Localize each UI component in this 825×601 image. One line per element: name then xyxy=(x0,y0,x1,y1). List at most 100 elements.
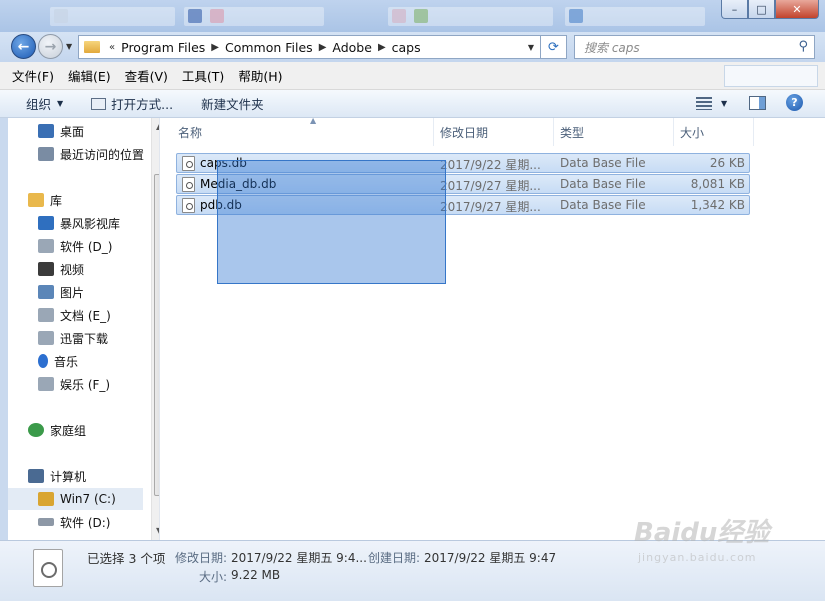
column-header-label: 名称 xyxy=(178,125,203,140)
arrow-right-icon: → xyxy=(44,38,57,55)
music-icon xyxy=(38,354,48,368)
nav-item-label: Win7 (C:) xyxy=(60,492,116,506)
column-header-size[interactable]: 大小 xyxy=(674,118,754,146)
menu-edit[interactable]: 编辑(E) xyxy=(68,66,111,85)
drive-icon xyxy=(38,239,54,253)
nav-item-label: 视频 xyxy=(60,262,85,277)
refresh-button[interactable]: ⟳ xyxy=(541,35,567,59)
nav-item-label: 暴风影视库 xyxy=(60,216,121,231)
menu-file[interactable]: 文件(F) xyxy=(12,66,54,85)
nav-item-label: 计算机 xyxy=(50,469,87,484)
column-header-label: 大小 xyxy=(680,125,705,140)
nav-item-label: 软件 (D_) xyxy=(60,239,113,254)
breadcrumb-adobe[interactable]: Adobe xyxy=(332,40,372,55)
preview-pane-icon[interactable] xyxy=(749,96,766,110)
open-with-button[interactable]: 打开方式... xyxy=(91,94,173,113)
search-placeholder: 搜索 caps xyxy=(584,40,640,55)
menu-help[interactable]: 帮助(H) xyxy=(238,66,282,85)
menu-tools[interactable]: 工具(T) xyxy=(182,66,224,85)
nav-item-label: 迅雷下载 xyxy=(60,331,109,346)
file-size: 26 KB xyxy=(709,156,745,170)
nav-item-video-library[interactable]: 暴风影视库 xyxy=(38,212,159,234)
breadcrumb-overflow[interactable]: « xyxy=(109,42,115,53)
search-input[interactable]: 搜索 caps ⚲ xyxy=(574,35,815,59)
open-with-icon xyxy=(91,97,107,110)
file-size: 1,342 KB xyxy=(690,198,745,212)
nav-item-entertainment-f[interactable]: 娱乐 (F_) xyxy=(38,373,159,395)
documents-icon xyxy=(38,308,54,322)
background-window-strip xyxy=(50,7,175,26)
nav-item-homegroup[interactable]: 家庭组 xyxy=(28,419,159,441)
recent-places-icon xyxy=(38,147,54,161)
selection-rectangle xyxy=(217,160,446,284)
file-list[interactable]: 名称 ▲ 修改日期 类型 大小 caps.db 2017/9/22 星期... D… xyxy=(160,116,825,540)
close-button[interactable]: ✕ xyxy=(775,0,819,19)
nav-item-thunder-downloads[interactable]: 迅雷下载 xyxy=(38,327,159,349)
pictures-icon xyxy=(38,285,54,299)
breadcrumb-caps[interactable]: caps xyxy=(392,40,421,55)
database-file-icon xyxy=(182,156,195,171)
nav-item-recent-places[interactable]: 最近访问的位置 xyxy=(38,143,159,165)
breadcrumb-separator-icon[interactable]: ▶ xyxy=(211,42,219,53)
nav-item-software-d[interactable]: 软件 (D_) xyxy=(38,235,159,257)
column-header-date[interactable]: 修改日期 xyxy=(434,118,554,146)
nav-item-label: 文档 (E_) xyxy=(60,308,111,323)
file-date: 2017/9/22 星期... xyxy=(440,158,541,172)
background-window-strip xyxy=(565,7,705,26)
forward-button[interactable]: → xyxy=(38,34,63,59)
nav-item-music[interactable]: 音乐 xyxy=(38,350,159,372)
address-bar[interactable]: « Program Files ▶ Common Files ▶ Adobe ▶… xyxy=(78,35,541,59)
breadcrumb-common-files[interactable]: Common Files xyxy=(225,40,313,55)
menu-bar-spacer xyxy=(724,65,818,87)
navigation-bar: ← → ▼ « Program Files ▶ Common Files ▶ A… xyxy=(0,32,825,62)
organize-button[interactable]: 组织 ▼ xyxy=(26,94,63,113)
title-bar: – □ ✕ xyxy=(0,0,825,32)
video-icon xyxy=(38,262,54,276)
column-header-type[interactable]: 类型 xyxy=(554,118,674,146)
breadcrumb-separator-icon[interactable]: ▶ xyxy=(319,42,327,53)
column-header-label: 类型 xyxy=(560,125,585,140)
new-folder-button[interactable]: 新建文件夹 xyxy=(201,94,264,113)
size-label: 大小: xyxy=(199,570,228,584)
search-icon[interactable]: ⚲ xyxy=(798,39,808,54)
recent-pages-dropdown[interactable]: ▼ xyxy=(66,42,72,51)
menu-view[interactable]: 查看(V) xyxy=(125,66,168,85)
minimize-button[interactable]: – xyxy=(721,0,748,19)
size-value: 9.22 MB xyxy=(231,568,281,582)
change-view-icon[interactable] xyxy=(696,97,712,110)
menu-bar: 文件(F) 编辑(E) 查看(V) 工具(T) 帮助(H) xyxy=(0,62,825,90)
homegroup-icon xyxy=(28,423,44,437)
address-history-dropdown[interactable]: ▼ xyxy=(528,43,534,52)
nav-item-label: 软件 (D:) xyxy=(60,515,111,530)
nav-item-desktop[interactable]: 桌面 xyxy=(38,120,159,142)
nav-item-videos[interactable]: 视频 xyxy=(38,258,159,280)
open-with-label: 打开方式... xyxy=(111,97,174,112)
nav-item-computer[interactable]: 计算机 xyxy=(28,465,159,487)
file-type: Data Base File xyxy=(560,177,646,191)
desktop-icon xyxy=(38,124,54,138)
help-icon[interactable]: ? xyxy=(786,94,803,111)
nav-item-win7-c[interactable]: Win7 (C:) xyxy=(8,488,143,510)
nav-item-label: 音乐 xyxy=(54,354,79,369)
nav-item-pictures[interactable]: 图片 xyxy=(38,281,159,303)
organize-label: 组织 xyxy=(26,97,52,112)
nav-item-label: 最近访问的位置 xyxy=(60,147,145,162)
navigation-scrollbar[interactable]: ▲ ▼ xyxy=(151,118,159,540)
maximize-button[interactable]: □ xyxy=(748,0,775,19)
video-library-icon xyxy=(38,216,54,230)
modified-label: 修改日期: xyxy=(175,551,228,565)
selection-count: 已选择 3 个项 xyxy=(87,551,166,566)
file-date: 2017/9/27 星期... xyxy=(440,179,541,193)
file-type: Data Base File xyxy=(560,198,646,212)
nav-item-libraries[interactable]: 库 xyxy=(28,189,159,211)
breadcrumb-program-files[interactable]: Program Files xyxy=(121,40,205,55)
nav-item-documents-e[interactable]: 文档 (E_) xyxy=(38,304,159,326)
nav-item-software-d-drive[interactable]: 软件 (D:) xyxy=(38,511,159,533)
refresh-icon: ⟳ xyxy=(548,39,559,55)
back-button[interactable]: ← xyxy=(11,34,36,59)
column-header-name[interactable]: 名称 ▲ xyxy=(172,116,434,146)
breadcrumb-separator-icon[interactable]: ▶ xyxy=(378,42,386,53)
view-options-dropdown[interactable]: ▼ xyxy=(721,99,727,108)
navigation-pane: 桌面 最近访问的位置 库 暴风影视库 软件 (D_) 视频 图片 文档 (E_)… xyxy=(8,118,160,540)
modified-value: 2017/9/22 星期五 9:4... xyxy=(231,551,367,565)
